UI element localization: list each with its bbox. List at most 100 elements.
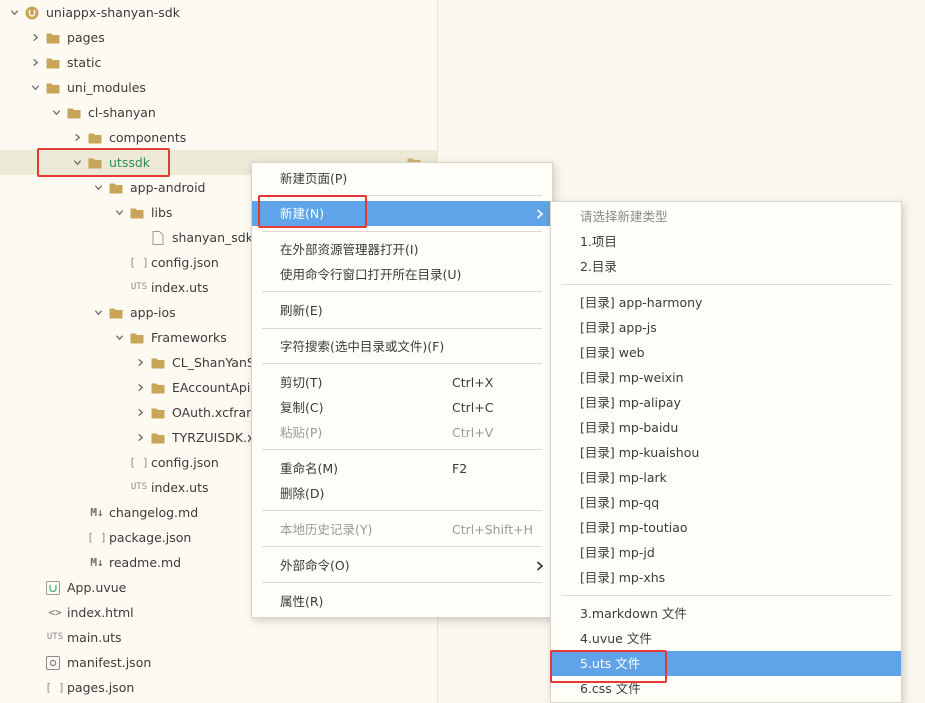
chevron-down-icon[interactable] bbox=[8, 0, 20, 25]
chevron-down-icon[interactable] bbox=[113, 325, 125, 350]
folder-icon bbox=[151, 381, 165, 394]
tree-item-label: App.uvue bbox=[67, 580, 127, 595]
submenu-item[interactable]: 6.css 文件 bbox=[551, 676, 901, 701]
uts-icon: UTS bbox=[130, 482, 148, 492]
vue-file-icon bbox=[46, 580, 60, 595]
submenu-item[interactable]: [目录] mp-jd bbox=[551, 540, 901, 565]
menu-item-label: 剪切(T) bbox=[280, 375, 323, 390]
tree-item-label: main.uts bbox=[67, 630, 122, 645]
submenu-arrow-icon bbox=[536, 209, 544, 219]
folder-icon bbox=[109, 181, 123, 194]
tree-row[interactable]: cl-shanyan bbox=[0, 100, 437, 125]
menu-item-shortcut: F2 bbox=[452, 461, 468, 476]
tree-item-label: pages.json bbox=[67, 680, 135, 695]
copy-item[interactable]: 复制(C) Ctrl+C bbox=[252, 395, 552, 420]
menu-separator bbox=[262, 449, 542, 450]
rename-item[interactable]: 重命名(M) F2 bbox=[252, 456, 552, 481]
menu-item-label: 复制(C) bbox=[280, 400, 324, 415]
open-in-terminal-item[interactable]: 使用命令行窗口打开所在目录(U) bbox=[252, 262, 552, 287]
paste-item[interactable]: 粘贴(P) Ctrl+V bbox=[252, 420, 552, 445]
chevron-right-icon[interactable] bbox=[29, 50, 41, 75]
menu-separator bbox=[561, 595, 891, 596]
tree-item-label: Frameworks bbox=[151, 330, 227, 345]
tree-row[interactable]: [ ] pages.json bbox=[0, 675, 437, 700]
tree-row[interactable]: UTS main.uts bbox=[0, 625, 437, 650]
chevron-down-icon[interactable] bbox=[92, 300, 104, 325]
chevron-down-icon[interactable] bbox=[29, 75, 41, 100]
delete-item[interactable]: 删除(D) bbox=[252, 481, 552, 506]
tree-item-label: changelog.md bbox=[109, 505, 199, 520]
submenu-item-label: 2.目录 bbox=[580, 259, 617, 274]
tree-row[interactable]: uniappx-shanyan-sdk bbox=[0, 0, 437, 25]
submenu-item[interactable]: 2.目录 bbox=[551, 254, 901, 279]
submenu-item-label: [目录] mp-kuaishou bbox=[580, 445, 700, 460]
submenu-item[interactable]: 1.项目 bbox=[551, 229, 901, 254]
submenu-item[interactable]: 5.uts 文件 bbox=[551, 651, 901, 676]
tree-item-label: readme.md bbox=[109, 555, 182, 570]
chevron-down-icon[interactable] bbox=[113, 200, 125, 225]
manifest-icon bbox=[46, 655, 60, 670]
new-page-item[interactable]: 新建页面(P) bbox=[252, 166, 552, 191]
submenu-item[interactable]: [目录] mp-lark bbox=[551, 465, 901, 490]
submenu-item-label: [目录] mp-alipay bbox=[580, 395, 681, 410]
menu-separator bbox=[262, 363, 542, 364]
chevron-right-icon[interactable] bbox=[134, 400, 146, 425]
tree-row[interactable]: manifest.json bbox=[0, 650, 437, 675]
menu-separator bbox=[262, 231, 542, 232]
refresh-item[interactable]: 刷新(E) bbox=[252, 298, 552, 323]
submenu-item[interactable]: [目录] mp-kuaishou bbox=[551, 440, 901, 465]
submenu-item[interactable]: [目录] web bbox=[551, 340, 901, 365]
chevron-down-icon[interactable] bbox=[92, 175, 104, 200]
json-icon: [ ] bbox=[129, 456, 149, 469]
markdown-icon: M↓ bbox=[90, 556, 104, 569]
menu-item-label: 字符搜索(选中目录或文件)(F) bbox=[280, 339, 445, 354]
menu-item-label: 删除(D) bbox=[280, 486, 325, 501]
tree-row[interactable]: static bbox=[0, 50, 437, 75]
submenu-item[interactable]: [目录] app-js bbox=[551, 315, 901, 340]
submenu-item[interactable]: [目录] mp-alipay bbox=[551, 390, 901, 415]
folder-icon bbox=[130, 331, 144, 344]
context-menu: 新建页面(P) 新建(N) 在外部资源管理器打开(I) 使用命令行窗口打开所在目录(U… bbox=[251, 162, 553, 618]
folder-icon bbox=[88, 156, 102, 169]
chevron-down-icon[interactable] bbox=[71, 150, 83, 175]
search-text-item[interactable]: 字符搜索(选中目录或文件)(F) bbox=[252, 334, 552, 359]
cut-item[interactable]: 剪切(T) Ctrl+X bbox=[252, 370, 552, 395]
new-item[interactable]: 新建(N) bbox=[252, 201, 552, 226]
submenu-item-label: 4.uvue 文件 bbox=[580, 631, 652, 646]
submenu-item[interactable]: [目录] mp-toutiao bbox=[551, 515, 901, 540]
chevron-right-icon[interactable] bbox=[134, 375, 146, 400]
folder-icon bbox=[151, 431, 165, 444]
menu-item-label: 重命名(M) bbox=[280, 461, 339, 476]
submenu-item[interactable]: [目录] mp-qq bbox=[551, 490, 901, 515]
submenu-arrow-icon bbox=[536, 561, 544, 571]
submenu-item[interactable]: [目录] mp-xhs bbox=[551, 565, 901, 590]
chevron-right-icon[interactable] bbox=[134, 425, 146, 450]
submenu-item-label: [目录] mp-xhs bbox=[580, 570, 666, 585]
submenu-item[interactable]: 3.markdown 文件 bbox=[551, 601, 901, 626]
tree-row[interactable]: pages bbox=[0, 25, 437, 50]
chevron-right-icon[interactable] bbox=[134, 350, 146, 375]
open-in-explorer-item[interactable]: 在外部资源管理器打开(I) bbox=[252, 237, 552, 262]
chevron-right-icon[interactable] bbox=[29, 25, 41, 50]
submenu-item[interactable]: [目录] app-harmony bbox=[551, 290, 901, 315]
menu-item-shortcut: Ctrl+C bbox=[452, 400, 494, 415]
properties-item[interactable]: 属性(R) bbox=[252, 589, 552, 614]
tree-item-label: index.uts bbox=[151, 480, 209, 495]
submenu-item[interactable]: [目录] mp-weixin bbox=[551, 365, 901, 390]
local-history-item[interactable]: 本地历史记录(Y) Ctrl+Shift+H bbox=[252, 517, 552, 542]
submenu-header: 请选择新建类型 bbox=[551, 204, 901, 229]
tree-row[interactable]: components bbox=[0, 125, 437, 150]
json-icon: [ ] bbox=[45, 681, 65, 694]
submenu-item[interactable]: 4.uvue 文件 bbox=[551, 626, 901, 651]
chevron-down-icon[interactable] bbox=[50, 100, 62, 125]
external-command-item[interactable]: 外部命令(O) bbox=[252, 553, 552, 578]
json-icon: [ ] bbox=[87, 531, 107, 544]
menu-item-label: 属性(R) bbox=[280, 594, 324, 609]
tree-row[interactable]: uni_modules bbox=[0, 75, 437, 100]
chevron-right-icon[interactable] bbox=[71, 125, 83, 150]
folder-icon bbox=[130, 206, 144, 219]
submenu-item-label: [目录] mp-weixin bbox=[580, 370, 684, 385]
submenu-item[interactable]: [目录] mp-baidu bbox=[551, 415, 901, 440]
markdown-icon: M↓ bbox=[90, 506, 104, 519]
tree-item-label: app-android bbox=[130, 180, 206, 195]
